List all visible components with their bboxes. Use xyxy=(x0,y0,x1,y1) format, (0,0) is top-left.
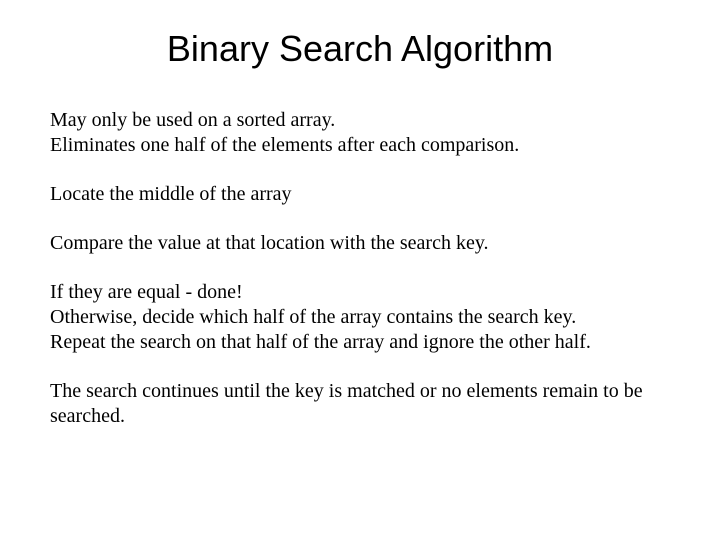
text-line: Repeat the search on that half of the ar… xyxy=(50,330,670,355)
paragraph-3: Compare the value at that location with … xyxy=(50,231,670,256)
text-line: If they are equal - done! xyxy=(50,280,670,305)
slide-body: May only be used on a sorted array. Elim… xyxy=(50,108,670,429)
text-line: Eliminates one half of the elements afte… xyxy=(50,133,670,158)
text-line: Locate the middle of the array xyxy=(50,182,670,207)
slide-title: Binary Search Algorithm xyxy=(50,28,670,70)
paragraph-5: The search continues until the key is ma… xyxy=(50,379,670,429)
paragraph-1: May only be used on a sorted array. Elim… xyxy=(50,108,670,158)
text-line: May only be used on a sorted array. xyxy=(50,108,670,133)
text-line: Otherwise, decide which half of the arra… xyxy=(50,305,670,330)
text-line: The search continues until the key is ma… xyxy=(50,379,670,429)
text-line: Compare the value at that location with … xyxy=(50,231,670,256)
paragraph-4: If they are equal - done! Otherwise, dec… xyxy=(50,280,670,355)
paragraph-2: Locate the middle of the array xyxy=(50,182,670,207)
